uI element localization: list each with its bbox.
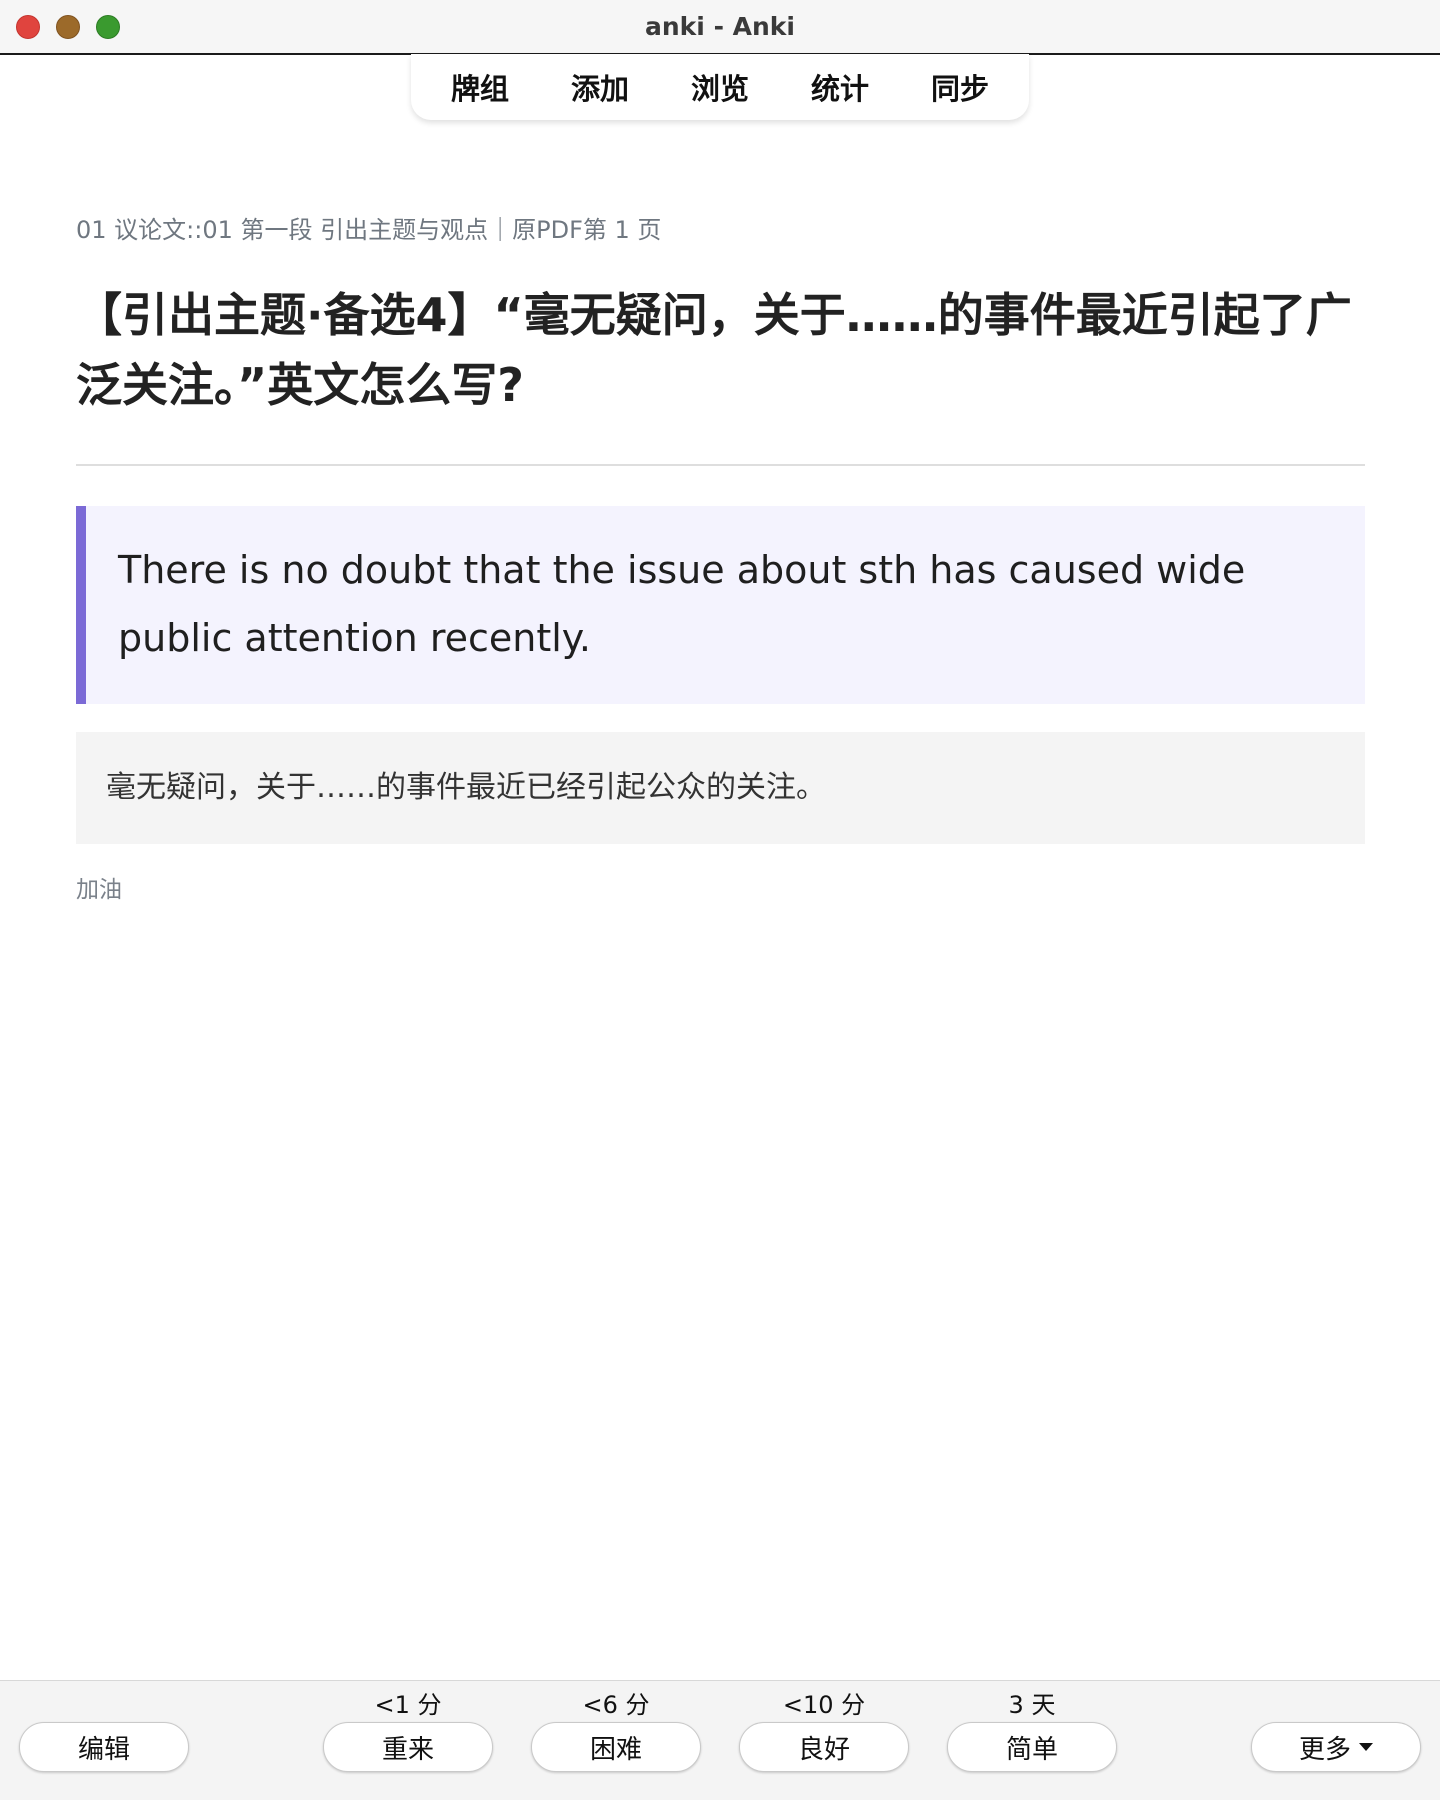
edit-button-label: 编辑 [77, 1734, 130, 1765]
toolbar-sync[interactable]: 同步 [900, 66, 1020, 108]
more-button[interactable]: 更多 [1251, 1722, 1421, 1772]
answer-divider [76, 464, 1365, 466]
card-tag: 加油 [76, 877, 122, 903]
review-bottom-bar: 编辑 <1 分 重来 <6 分 困难 <10 分 良好 3 天 简单 更多 [0, 1680, 1440, 1800]
anki-window: anki - Anki 牌组 添加 浏览 统计 同步 01 议论文::01 第一… [0, 0, 1440, 1800]
toolbar-decks[interactable]: 牌组 [420, 66, 540, 108]
card-content: 01 议论文::01 第一段 引出主题与观点｜原PDF第 1 页 【引出主题·备… [76, 205, 1365, 904]
card-translation: 毫无疑问，关于……的事件最近已经引起公众的关注。 [76, 732, 1365, 844]
easy-interval: 3 天 [1008, 1691, 1056, 1719]
again-button-label: 重来 [381, 1734, 434, 1765]
toolbar-stats[interactable]: 统计 [780, 66, 900, 108]
toolbar-add[interactable]: 添加 [540, 66, 660, 108]
title-bar: anki - Anki [0, 0, 1440, 55]
easy-button[interactable]: 简单 [947, 1722, 1117, 1772]
hard-interval: <6 分 [582, 1691, 650, 1719]
card-answer: There is no doubt that the issue about s… [76, 506, 1365, 704]
edit-button[interactable]: 编辑 [19, 1722, 189, 1772]
chevron-down-icon [1359, 1743, 1373, 1751]
more-button-label: 更多 [1298, 1734, 1351, 1765]
good-button-label: 良好 [797, 1734, 850, 1765]
good-interval: <10 分 [782, 1691, 866, 1719]
again-button[interactable]: 重来 [323, 1722, 493, 1772]
hard-button[interactable]: 困难 [531, 1722, 701, 1772]
card-question: 【引出主题·备选4】“毫无疑问，关于……的事件最近引起了广泛关注。”英文怎么写? [76, 288, 1352, 412]
easy-button-label: 简单 [1005, 1734, 1058, 1765]
again-interval: <1 分 [374, 1691, 442, 1719]
window-title: anki - Anki [645, 12, 795, 41]
deck-path: 01 议论文::01 第一段 引出主题与观点｜原PDF第 1 页 [76, 216, 662, 244]
hard-button-label: 困难 [589, 1734, 642, 1765]
toolbar-browse[interactable]: 浏览 [660, 66, 780, 108]
main-toolbar: 牌组 添加 浏览 统计 同步 [411, 54, 1029, 120]
good-button[interactable]: 良好 [739, 1722, 909, 1772]
